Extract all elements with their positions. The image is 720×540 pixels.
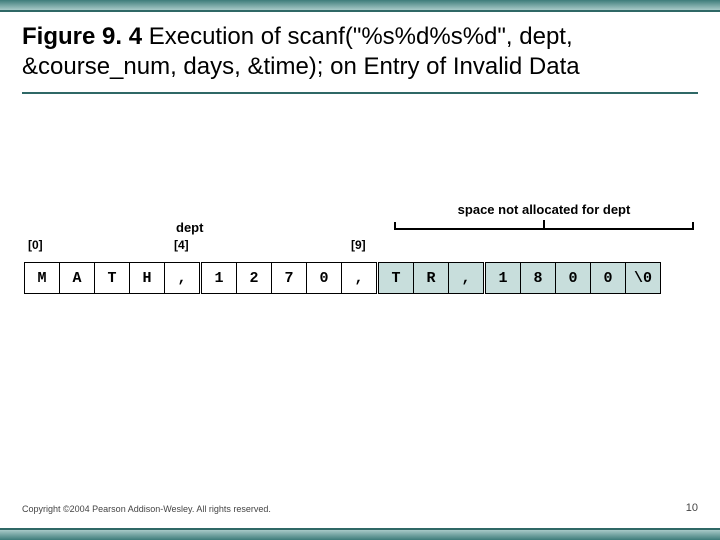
figure-number: Figure 9. 4 xyxy=(22,23,142,50)
memory-cell: , xyxy=(341,262,377,294)
top-border-decor xyxy=(0,0,720,10)
copyright-text: Copyright ©2004 Pearson Addison-Wesley. … xyxy=(22,504,271,514)
memory-cell: H xyxy=(129,262,165,294)
memory-cell: A xyxy=(59,262,95,294)
memory-cell: , xyxy=(164,262,200,294)
memory-cell: T xyxy=(94,262,130,294)
brace-mid xyxy=(543,220,545,230)
overflow-label: space not allocated for dept xyxy=(394,202,694,217)
memory-cell: 7 xyxy=(271,262,307,294)
figure-title: Figure 9. 4 Execution of scanf("%s%d%s%d… xyxy=(22,22,698,82)
page-number: 10 xyxy=(686,502,698,514)
top-border-line xyxy=(0,10,720,12)
bottom-border-decor xyxy=(0,530,720,540)
index-labels-row: [0] [4] [9] xyxy=(24,238,698,260)
brace-end-right xyxy=(692,222,694,230)
array-name-label: dept xyxy=(176,220,203,235)
memory-cell: 0 xyxy=(590,262,626,294)
memory-cells-row: MATH,1270,TR,1800\0 xyxy=(24,262,698,294)
memory-diagram: dept space not allocated for dept [0] [4… xyxy=(22,220,698,294)
memory-cell: 0 xyxy=(555,262,591,294)
slide: Figure 9. 4 Execution of scanf("%s%d%s%d… xyxy=(0,0,720,540)
memory-cell: 0 xyxy=(306,262,342,294)
memory-cell: 1 xyxy=(201,262,237,294)
memory-cell: M xyxy=(24,262,60,294)
array-name-row: dept space not allocated for dept xyxy=(24,220,698,238)
index-label-9: [9] xyxy=(351,238,366,252)
title-area: Figure 9. 4 Execution of scanf("%s%d%s%d… xyxy=(22,22,698,94)
brace-end-left xyxy=(394,222,396,230)
index-label-0: [0] xyxy=(28,238,43,252)
memory-cell: 2 xyxy=(236,262,272,294)
memory-cell: , xyxy=(448,262,484,294)
memory-cell: 8 xyxy=(520,262,556,294)
memory-cell: R xyxy=(413,262,449,294)
memory-cell: 1 xyxy=(485,262,521,294)
memory-cell: T xyxy=(378,262,414,294)
memory-cell: \0 xyxy=(625,262,661,294)
index-label-4: [4] xyxy=(174,238,189,252)
